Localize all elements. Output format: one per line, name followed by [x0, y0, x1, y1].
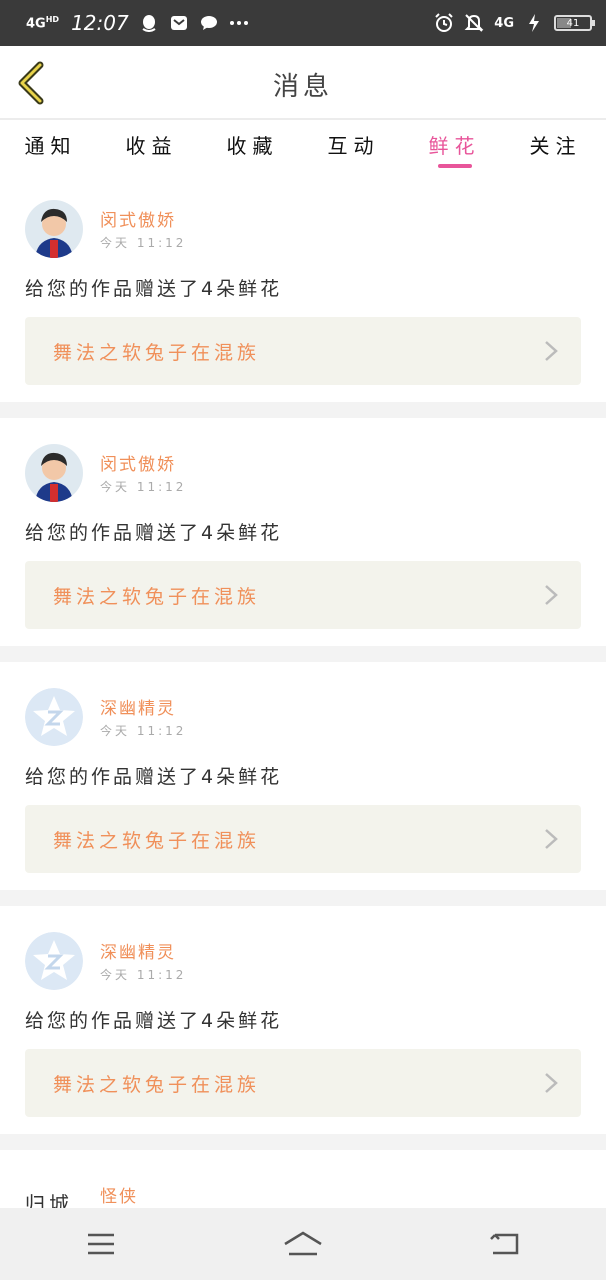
message-text: 给您的作品赠送了4朵鲜花 [25, 1010, 283, 1032]
network-indicator: 4GHD [26, 14, 60, 32]
top-header: 消息 [0, 46, 606, 120]
avatar[interactable] [25, 932, 83, 990]
more-icon [229, 13, 249, 33]
back-icon [490, 1233, 519, 1255]
work-link[interactable]: 舞法之软兔子在混族 [25, 1049, 581, 1117]
system-nav-bar [0, 1208, 606, 1280]
message-icon [169, 13, 189, 33]
mute-icon [464, 13, 484, 33]
menu-button[interactable] [71, 1224, 131, 1264]
menu-icon [88, 1233, 114, 1255]
alarm-icon [434, 13, 454, 33]
tab-flowers[interactable]: 鲜花 [404, 122, 505, 174]
qq-icon [139, 13, 159, 33]
chevron-right-icon [545, 829, 558, 849]
timestamp: 今天 11:12 [100, 236, 187, 250]
notification-list: 闵式傲娇 今天 11:12 给您的作品赠送了4朵鲜花 舞法之软兔子在混族 闵式傲… [0, 174, 606, 1208]
work-title: 舞法之软兔子在混族 [53, 1074, 261, 1096]
status-bar: 4GHD 12:07 4G 41 [0, 0, 606, 46]
list-item: 归城 怪侠 [0, 1150, 606, 1208]
list-item: 闵式傲娇 今天 11:12 给您的作品赠送了4朵鲜花 舞法之软兔子在混族 [0, 418, 606, 646]
charging-icon [524, 13, 544, 33]
work-link[interactable]: 舞法之软兔子在混族 [25, 561, 581, 629]
home-button[interactable] [273, 1224, 333, 1264]
avatar[interactable] [25, 444, 83, 502]
tab-earnings[interactable]: 收益 [101, 122, 202, 174]
chevron-right-icon [545, 341, 558, 361]
message-text: 给您的作品赠送了4朵鲜花 [25, 522, 283, 544]
work-title: 舞法之软兔子在混族 [53, 830, 261, 852]
message-text: 给您的作品赠送了4朵鲜花 [25, 278, 283, 300]
status-time: 12:07 [71, 11, 129, 35]
sender-name[interactable]: 怪侠 [100, 1182, 138, 1207]
default-avatar-icon [25, 688, 83, 746]
tab-follows[interactable]: 关注 [505, 122, 606, 174]
right-network-label: 4G [494, 15, 514, 31]
work-title: 舞法之软兔子在混族 [53, 586, 261, 608]
sender-name[interactable]: 闵式傲娇 [100, 206, 176, 231]
sender-name[interactable]: 深幽精灵 [100, 694, 176, 719]
chevron-right-icon [545, 1073, 558, 1093]
work-title: 舞法之软兔子在混族 [53, 342, 261, 364]
tab-bar: 通知 收益 收藏 互动 鲜花 关注 [0, 122, 606, 174]
list-item: 深幽精灵 今天 11:12 给您的作品赠送了4朵鲜花 舞法之软兔子在混族 [0, 662, 606, 890]
back-nav-button[interactable] [475, 1224, 535, 1264]
sender-name[interactable]: 深幽精灵 [100, 938, 176, 963]
tab-interactions[interactable]: 互动 [303, 122, 404, 174]
chat-icon [199, 13, 219, 33]
network-sup: HD [45, 14, 60, 24]
timestamp: 今天 11:12 [100, 968, 187, 982]
tab-favorites[interactable]: 收藏 [202, 122, 303, 174]
network-label: 4G [26, 16, 46, 32]
message-text: 给您的作品赠送了4朵鲜花 [25, 766, 283, 788]
home-icon [284, 1231, 322, 1256]
timestamp: 今天 11:12 [100, 724, 187, 738]
list-item: 深幽精灵 今天 11:12 给您的作品赠送了4朵鲜花 舞法之软兔子在混族 [0, 906, 606, 1134]
sender-name[interactable]: 闵式傲娇 [100, 450, 176, 475]
avatar[interactable]: 归城 [25, 1188, 73, 1208]
work-link[interactable]: 舞法之软兔子在混族 [25, 317, 581, 385]
tab-notifications[interactable]: 通知 [0, 122, 101, 174]
chevron-right-icon [545, 585, 558, 605]
battery-level: 41 [566, 17, 580, 29]
page-title: 消息 [272, 72, 333, 102]
avatar[interactable] [25, 200, 83, 258]
work-link[interactable]: 舞法之软兔子在混族 [25, 805, 581, 873]
list-item: 闵式傲娇 今天 11:12 给您的作品赠送了4朵鲜花 舞法之软兔子在混族 [0, 174, 606, 402]
default-avatar-icon [25, 932, 83, 990]
battery-icon: 41 [554, 15, 595, 31]
avatar[interactable] [25, 688, 83, 746]
timestamp: 今天 11:12 [100, 480, 187, 494]
